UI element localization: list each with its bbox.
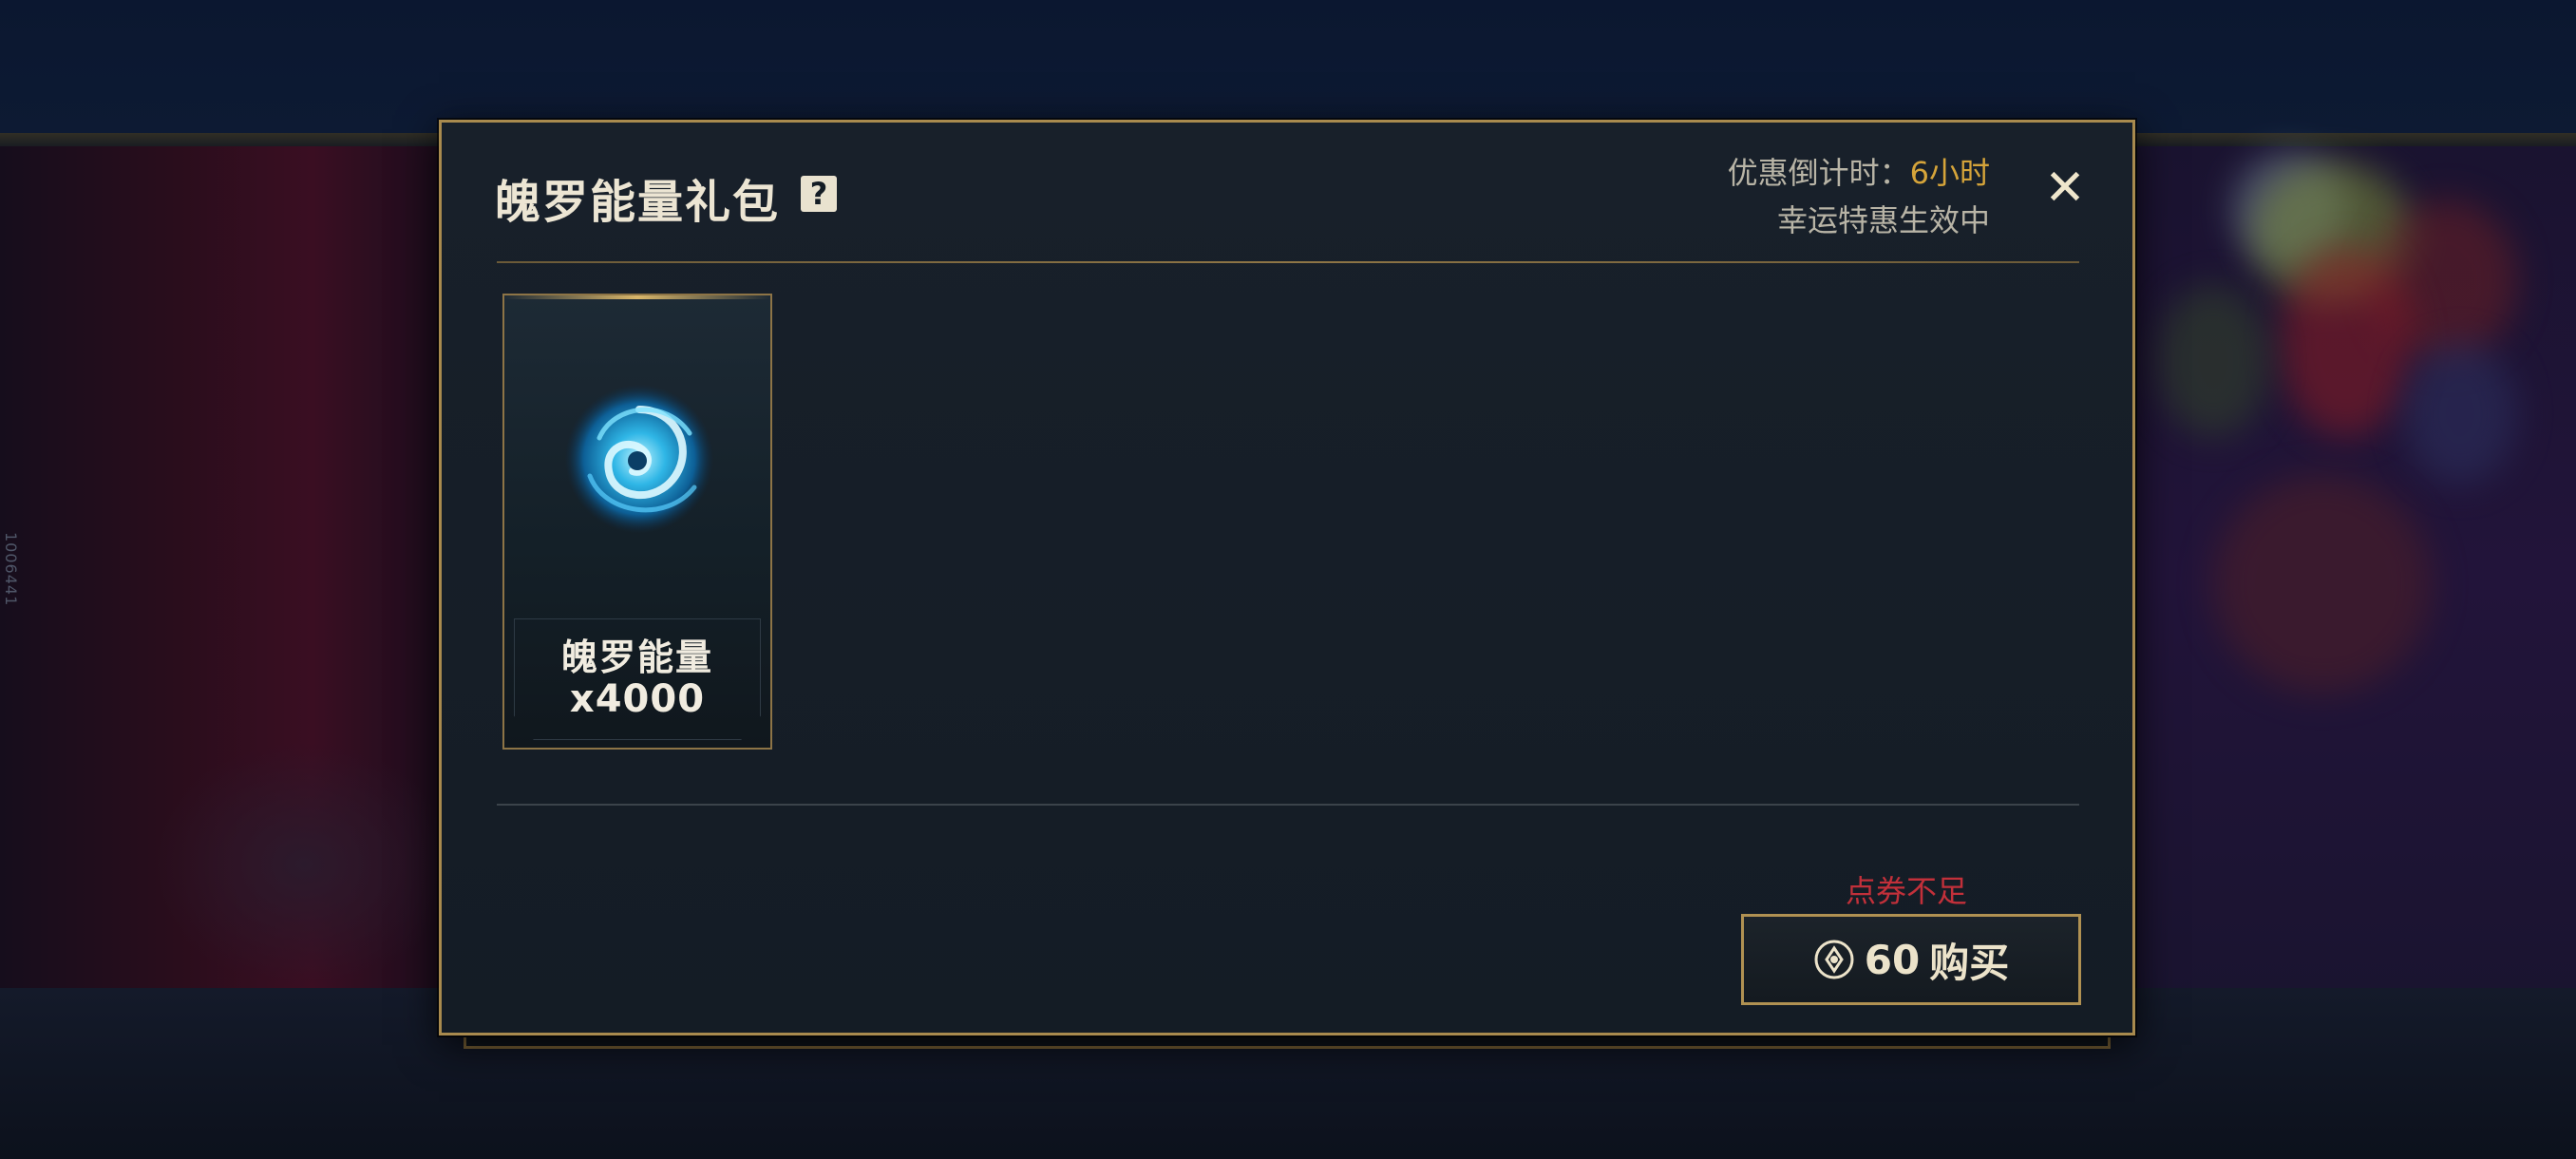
item-card-poro-energy[interactable]: 魄罗能量 x4000 <box>502 294 772 750</box>
side-id-text: 1006441 <box>2 532 20 607</box>
background-glow <box>152 741 456 988</box>
item-quantity: x4000 <box>569 677 706 721</box>
gift-pack-dialog: 魄罗能量礼包 ? 优惠倒计时：6小时 幸运特惠生效中 ✕ 魄罗能量 x4000 <box>439 120 2135 1036</box>
coupon-coin-icon <box>1814 940 1854 979</box>
promo-countdown: 优惠倒计时：6小时 幸运特惠生效中 <box>1728 149 1990 244</box>
item-name: 魄罗能量 <box>560 636 713 678</box>
price-value: 60 <box>1864 936 1921 983</box>
dialog-title: 魄罗能量礼包 <box>495 176 781 229</box>
balloon-decoration <box>2280 247 2413 437</box>
poro-energy-swirl-icon <box>565 385 713 533</box>
promo-status: 幸运特惠生效中 <box>1776 202 1990 238</box>
question-mark-icon[interactable]: ? <box>801 176 837 212</box>
balloon-decoration <box>2156 285 2270 437</box>
header-divider <box>497 261 2079 263</box>
buy-button[interactable]: 60 购买 <box>1741 914 2081 1005</box>
content-divider <box>497 804 2079 806</box>
balloon-decoration <box>2213 475 2432 694</box>
countdown-value: 6小时 <box>1909 155 1990 191</box>
dialog-underlay <box>464 1037 2111 1049</box>
buy-label: 购买 <box>1929 939 2010 986</box>
countdown-label: 优惠倒计时： <box>1727 155 1910 191</box>
background-top-bar <box>0 0 2576 133</box>
close-icon[interactable]: ✕ <box>2041 163 2089 213</box>
balloon-decoration <box>2403 342 2517 484</box>
insufficient-coupons-warning: 点券不足 <box>1846 873 1968 909</box>
